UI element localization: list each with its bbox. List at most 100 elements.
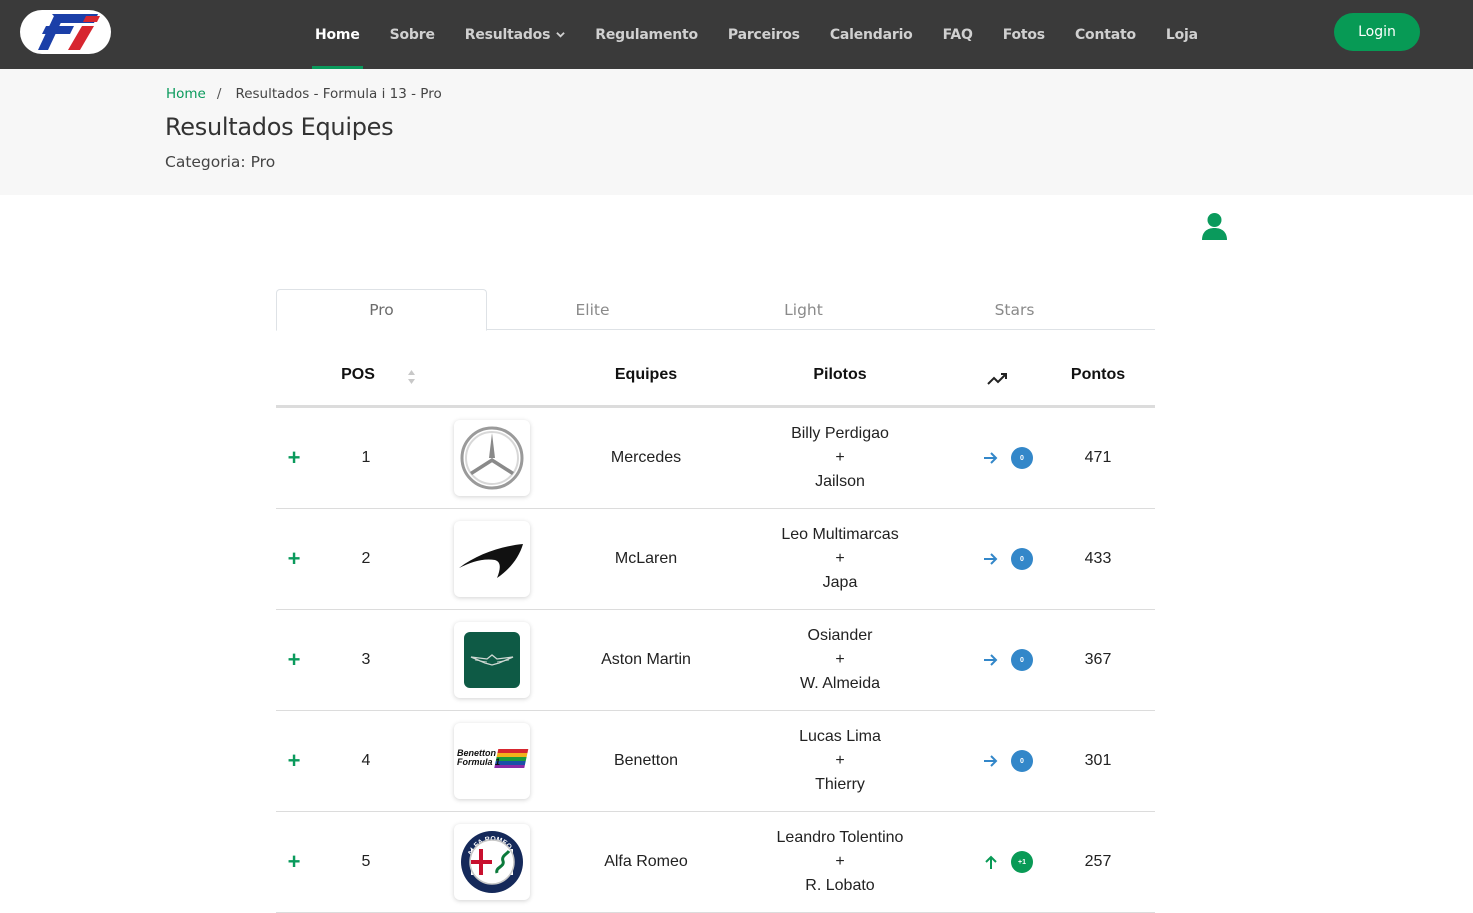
position-change-badge: 0 — [1011, 750, 1033, 772]
login-button[interactable]: Login — [1334, 13, 1420, 51]
driver-1: Billy Perdigao — [791, 425, 889, 442]
main-nav: Home Sobre Resultados Regulamento Parcei… — [300, 0, 1213, 69]
arrow-up-icon — [983, 854, 999, 870]
page-header: Home / Resultados - Formula i 13 - Pro R… — [0, 69, 1473, 195]
cell-team: Aston Martin — [601, 651, 691, 668]
driver-2: Japa — [822, 574, 858, 591]
nav-sobre[interactable]: Sobre — [375, 0, 450, 69]
cell-team: Benetton — [613, 752, 679, 769]
driver-1: Leo Multimarcas — [781, 526, 899, 543]
nav-home[interactable]: Home — [300, 0, 375, 69]
expand-plus-icon[interactable]: + — [288, 546, 301, 572]
cell-points: 433 — [1084, 550, 1112, 567]
table-row: + 5 ALFA ROMEO Alfa Romeo Leandro Tolent… — [276, 812, 1155, 913]
position-change-badge: 0 — [1011, 649, 1033, 671]
tab-pro[interactable]: Pro — [276, 289, 487, 331]
aston-martin-logo — [454, 622, 530, 698]
position-change-badge: 0 — [1011, 548, 1033, 570]
cell-drivers: Osiander + W. Almeida — [750, 610, 930, 710]
trending-up-icon — [978, 345, 1018, 405]
cell-pos: 3 — [361, 651, 371, 668]
header-pos[interactable]: POS — [328, 345, 388, 405]
header-equipes: Equipes — [614, 366, 678, 383]
cell-points: 301 — [1084, 752, 1112, 769]
table-row: + 3 Aston Martin Osiander + W. Almeida 0… — [276, 610, 1155, 711]
team-logo: ALFA ROMEO — [454, 812, 530, 912]
arrow-right-icon — [983, 551, 999, 567]
arrow-right-icon — [983, 450, 999, 466]
nav-faq[interactable]: FAQ — [928, 0, 988, 69]
expand-plus-icon[interactable]: + — [288, 849, 301, 875]
nav-fotos[interactable]: Fotos — [988, 0, 1060, 69]
nav-loja[interactable]: Loja — [1151, 0, 1213, 69]
cell-team: Mercedes — [610, 449, 682, 466]
cell-points: 367 — [1084, 651, 1112, 668]
cell-team: Alfa Romeo — [604, 853, 688, 870]
mercedes-logo — [454, 420, 530, 496]
table-row: + 4 Benetton Formula 1 Benetton Lucas Lim… — [276, 711, 1155, 812]
cell-drivers: Leandro Tolentino + R. Lobato — [750, 812, 930, 912]
cell-trend: 0 — [978, 711, 1038, 811]
team-logo: Benetton Formula 1 — [454, 711, 530, 811]
cell-trend: 0 — [978, 509, 1038, 609]
results-table: POS Equipes Pilotos Pontos + 1 Mercedes … — [276, 345, 1155, 913]
tab-stars[interactable]: Stars — [909, 289, 1120, 330]
cell-drivers: Billy Perdigao + Jailson — [750, 408, 930, 508]
sort-icon[interactable] — [407, 369, 416, 385]
driver-2: Thierry — [815, 776, 865, 793]
svg-text:Formula 1: Formula 1 — [457, 757, 500, 767]
page-subtitle: Categoria: Pro — [165, 153, 276, 171]
position-change-badge: +1 — [1011, 851, 1033, 873]
driver-2: W. Almeida — [799, 675, 881, 692]
position-change-badge: 0 — [1011, 447, 1033, 469]
header-pontos: Pontos — [1070, 366, 1126, 383]
team-logo — [454, 610, 530, 710]
cell-trend: 0 — [978, 408, 1038, 508]
expand-plus-icon[interactable]: + — [288, 647, 301, 673]
driver-joiner: + — [835, 550, 845, 567]
driver-joiner: + — [835, 449, 845, 466]
cell-pos: 2 — [361, 550, 371, 567]
nav-calendario[interactable]: Calendario — [815, 0, 928, 69]
alfa-romeo-logo: ALFA ROMEO — [454, 824, 530, 900]
cell-trend: +1 — [978, 812, 1038, 912]
mclaren-logo — [454, 521, 530, 597]
nav-resultados[interactable]: Resultados — [450, 0, 581, 69]
driver-joiner: + — [835, 651, 845, 668]
table-row: + 1 Mercedes Billy Perdigao + Jailson 0 … — [276, 408, 1155, 509]
nav-parceiros[interactable]: Parceiros — [713, 0, 815, 69]
cell-pos: 1 — [361, 449, 371, 466]
navbar: Home Sobre Resultados Regulamento Parcei… — [0, 0, 1473, 69]
expand-plus-icon[interactable]: + — [288, 748, 301, 774]
driver-1: Leandro Tolentino — [776, 829, 904, 846]
category-tabs: Pro Elite Light Stars — [276, 289, 1155, 331]
cell-points: 471 — [1084, 449, 1112, 466]
nav-contato[interactable]: Contato — [1060, 0, 1151, 69]
team-logo — [454, 509, 530, 609]
breadcrumb-separator: / — [216, 86, 222, 102]
expand-plus-icon[interactable]: + — [288, 445, 301, 471]
user-icon[interactable] — [1201, 212, 1228, 240]
table-row: + 2 McLaren Leo Multimarcas + Japa 0 433 — [276, 509, 1155, 610]
cell-pos: 4 — [361, 752, 371, 769]
site-logo[interactable] — [20, 10, 111, 54]
driver-1: Osiander — [807, 627, 873, 644]
arrow-right-icon — [983, 753, 999, 769]
driver-joiner: + — [835, 752, 845, 769]
driver-2: Jailson — [815, 473, 865, 490]
benetton-logo: Benetton Formula 1 — [454, 723, 530, 799]
cell-drivers: Leo Multimarcas + Japa — [750, 509, 930, 609]
nav-regulamento[interactable]: Regulamento — [580, 0, 713, 69]
driver-2: R. Lobato — [805, 877, 875, 894]
cell-team: McLaren — [614, 550, 678, 567]
breadcrumb-home-link[interactable]: Home — [166, 86, 206, 102]
header-pilotos: Pilotos — [813, 366, 867, 383]
tab-light[interactable]: Light — [698, 289, 909, 330]
team-logo — [454, 408, 530, 508]
breadcrumb-current: Resultados - Formula i 13 - Pro — [235, 86, 442, 102]
tab-elite[interactable]: Elite — [487, 289, 698, 330]
page-title: Resultados Equipes — [165, 113, 394, 141]
cell-pos: 5 — [361, 853, 371, 870]
table-header: POS Equipes Pilotos Pontos — [276, 345, 1155, 408]
driver-1: Lucas Lima — [799, 728, 881, 745]
